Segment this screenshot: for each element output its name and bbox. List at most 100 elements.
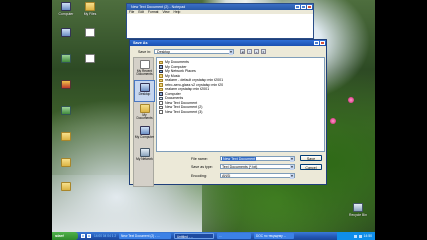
desktop-icon[interactable] [54, 182, 78, 192]
place-label: My Documents [136, 113, 153, 121]
maximize-button[interactable] [301, 5, 306, 9]
quick-launch [81, 234, 91, 238]
back-icon[interactable]: ◄ [240, 49, 245, 54]
image-icon [61, 54, 71, 63]
views-menu-icon[interactable]: ≡ [261, 49, 266, 54]
file-name-value: New Text Document [222, 157, 257, 161]
folder-icon [85, 2, 95, 11]
desktop-icon-recycle-bin[interactable]: Recycle Bin [346, 203, 370, 217]
desktop-icon[interactable] [54, 132, 78, 142]
place-desktop[interactable]: Desktop [134, 80, 155, 102]
close-button[interactable] [307, 5, 312, 9]
desktop-icon[interactable] [54, 106, 78, 116]
cancel-button[interactable]: Cancel [300, 164, 322, 170]
desktop-icon-label: My Files [83, 12, 97, 16]
save-button[interactable]: Save [300, 155, 322, 161]
chevron-down-icon[interactable]: ▼ [229, 50, 233, 55]
notepad-menu-bar: File Edit Format View Help [127, 10, 313, 14]
chevron-down-icon[interactable]: ▼ [290, 165, 294, 170]
desktop-icon[interactable] [78, 54, 102, 64]
image-icon [61, 106, 71, 115]
taskbar: start 14:00 04 04 1 2013 New Text Docume… [52, 232, 375, 240]
folder-icon [159, 60, 163, 64]
computer-icon [61, 2, 71, 11]
taskbar-button[interactable]: New Text Document (2) - ... [119, 233, 171, 239]
place-my-network[interactable]: My Network [134, 146, 155, 168]
menu-edit[interactable]: Edit [138, 10, 144, 14]
folder-icon [61, 158, 71, 167]
place-my-computer[interactable]: My Computer [134, 124, 155, 146]
clock[interactable]: 14:50 [364, 234, 373, 238]
menu-view[interactable]: View [162, 10, 169, 14]
place-label: My Network [136, 157, 153, 161]
document-icon [85, 54, 95, 63]
taskbar-button[interactable]: DOC по текущему ... [254, 233, 294, 239]
network-icon [159, 69, 163, 73]
letterbox-right [375, 0, 427, 240]
up-folder-icon[interactable]: ↑ [247, 49, 252, 54]
file-name-row: File name: New Text Document ▼ [191, 156, 295, 162]
start-button[interactable]: start [52, 232, 78, 240]
place-label: My Recent Documents [136, 69, 153, 77]
chevron-down-icon[interactable]: ▼ [290, 174, 294, 179]
place-label: Desktop [138, 92, 151, 96]
network-icon [61, 28, 71, 37]
taskbar-button[interactable]: ... [217, 233, 251, 239]
save-as-type-dropdown[interactable]: Text Documents (*.txt) ▼ [220, 164, 295, 170]
desktop-icon[interactable] [54, 28, 78, 38]
text-file-icon [159, 105, 163, 109]
folder-icon [159, 78, 163, 82]
save-in-value: Desktop [157, 50, 171, 54]
menu-help[interactable]: Help [174, 10, 181, 14]
taskbar-button[interactable]: Untitled - ... [174, 233, 214, 239]
notepad-window[interactable]: New Text Document (2) - Notepad File Edi… [126, 3, 314, 39]
menu-file[interactable]: File [129, 10, 134, 14]
volume-icon[interactable] [353, 234, 357, 238]
folder-icon [159, 83, 163, 87]
dialog-close-button[interactable] [320, 41, 325, 45]
desktop-icon-computer[interactable]: Computer [54, 2, 78, 16]
save-in-dropdown[interactable]: Desktop ▼ [154, 49, 234, 55]
document-icon [85, 28, 95, 37]
browser-icon[interactable] [81, 234, 85, 238]
dialog-title-bar[interactable]: Save As [130, 40, 326, 46]
desktop-icon[interactable] [54, 54, 78, 64]
my-computer-icon [139, 126, 150, 135]
folder-icon [159, 87, 163, 91]
text-file-icon [159, 101, 163, 105]
list-item[interactable]: New Text Document (3) [159, 110, 322, 115]
menu-format[interactable]: Format [148, 10, 158, 14]
minimize-button[interactable] [295, 5, 300, 9]
network-icon[interactable] [358, 234, 362, 238]
letterbox-left [0, 0, 52, 240]
desktop-icon[interactable] [54, 80, 78, 90]
documents-icon [159, 96, 163, 100]
help-button[interactable] [314, 41, 319, 45]
folder-icon [61, 182, 71, 191]
save-in-label: Save in: [138, 49, 151, 54]
chevron-down-icon[interactable]: ▼ [290, 157, 294, 162]
place-my-documents[interactable]: My Documents [134, 102, 155, 124]
desktop-icon[interactable] [78, 28, 102, 38]
save-as-type-row: Save as type: Text Documents (*.txt) ▼ [191, 164, 295, 170]
file-name-input[interactable]: New Text Document ▼ [220, 156, 295, 162]
desktop-icon-label: Recycle Bin [349, 213, 367, 217]
media-icon[interactable] [87, 234, 91, 238]
desktop-icon-label: Computer [58, 12, 74, 16]
place-recent-documents[interactable]: My Recent Documents [134, 58, 155, 80]
flower [330, 118, 336, 124]
encoding-row: Encoding: ANSI ▼ [191, 173, 295, 179]
new-folder-icon[interactable]: + [254, 49, 259, 54]
file-list[interactable]: My Documents My Computer My Network Plac… [156, 57, 325, 152]
folder-icon [159, 74, 163, 78]
my-documents-icon [139, 104, 150, 113]
my-network-icon [139, 148, 150, 157]
recent-documents-icon [139, 60, 150, 69]
desktop-icon[interactable] [54, 158, 78, 168]
computer-icon [159, 65, 163, 69]
places-bar: My Recent Documents Desktop My Documents… [133, 57, 155, 187]
encoding-dropdown[interactable]: ANSI ▼ [220, 173, 295, 179]
save-as-dialog[interactable]: Save As Save in: Desktop ▼ ◄ ↑ + ≡ My Re [129, 39, 327, 187]
desktop-icon-my-files[interactable]: My Files [78, 2, 102, 16]
desktop-icon [139, 83, 150, 92]
